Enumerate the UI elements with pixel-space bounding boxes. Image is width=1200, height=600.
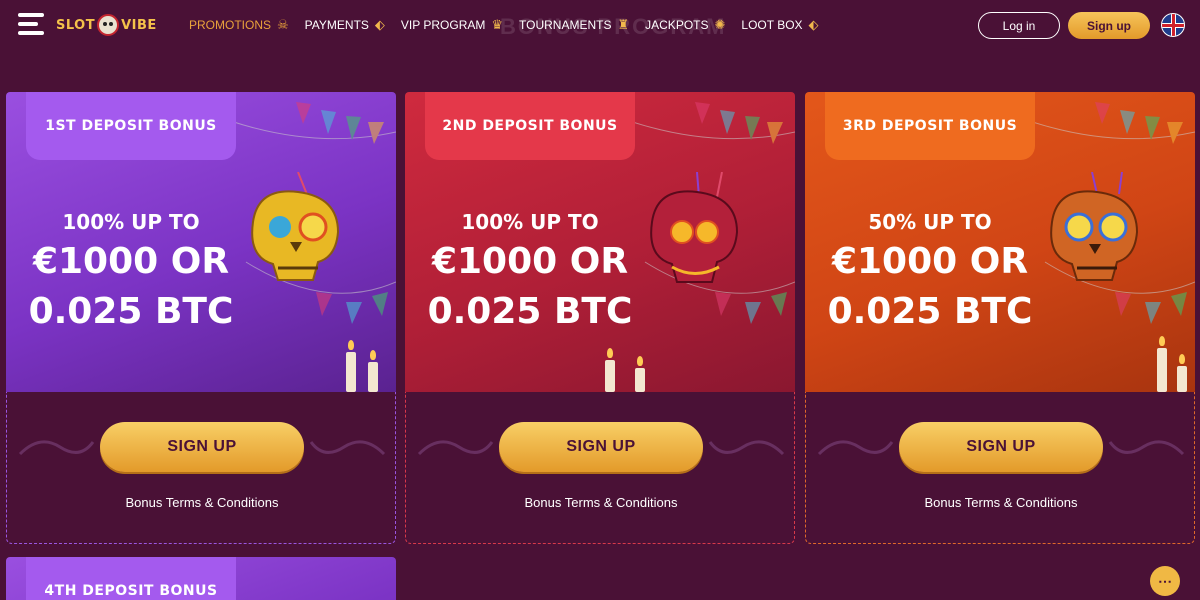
card-signup-button[interactable]: SIGN UP	[499, 422, 703, 472]
badge-label: 2ND DEPOSIT BONUS	[442, 118, 618, 134]
logo-skull-icon	[97, 14, 120, 36]
nav-label: JACKPOTS	[645, 18, 709, 32]
bonus-terms-link[interactable]: Bonus Terms & Conditions	[7, 495, 397, 510]
card-signup-button[interactable]: SIGN UP	[899, 422, 1103, 472]
swirl-decoration	[417, 440, 494, 456]
bonus-badge: 4TH DEPOSIT BONUS	[26, 557, 236, 600]
offer-line-1: 100% UP TO	[62, 210, 200, 234]
candle-icon	[346, 340, 356, 392]
nav-loot-box[interactable]: LOOT BOX ⬖	[741, 17, 818, 33]
nav-vip-program[interactable]: VIP PROGRAM ♛	[401, 17, 503, 33]
skull-icon: ☠	[277, 17, 289, 32]
swirl-decoration	[1108, 440, 1185, 456]
candle-icon	[635, 356, 645, 392]
card-footer: SIGN UP Bonus Terms & Conditions	[805, 392, 1195, 544]
bonus-card-3: 3RD DEPOSIT BONUS 50% UP TO €1000 OR 0.0…	[805, 92, 1195, 544]
card-footer: SIGN UP Bonus Terms & Conditions	[6, 392, 396, 544]
main-nav: PROMOTIONS ☠ PAYMENTS ⬖ VIP PROGRAM ♛ TOURN…	[189, 0, 835, 50]
bonus-badge: 1ST DEPOSIT BONUS	[26, 92, 236, 160]
trophy-icon: ♜	[617, 17, 630, 32]
nav-jackpots[interactable]: JACKPOTS ✺	[645, 17, 725, 33]
login-button[interactable]: Log in	[978, 12, 1060, 39]
logo-text-right: VIBE	[121, 17, 157, 33]
tag-icon: ⬖	[808, 17, 819, 32]
nav-label: PROMOTIONS	[189, 18, 272, 32]
card-banner: 1ST DEPOSIT BONUS 100% UP TO €1000 OR 0.…	[6, 92, 396, 392]
candle-icon	[368, 350, 378, 392]
offer-line-1: 100% UP TO	[461, 210, 599, 234]
card-banner: 4TH DEPOSIT BONUS	[6, 557, 396, 600]
nav-label: VIP PROGRAM	[400, 18, 486, 32]
offer-text: 100% UP TO €1000 OR 0.025 BTC	[425, 210, 635, 338]
offer-line-3: 0.025 BTC	[28, 291, 234, 332]
nav-payments[interactable]: PAYMENTS ⬖	[305, 17, 385, 33]
badge-label: 3RD DEPOSIT BONUS	[842, 118, 1018, 134]
card-footer: SIGN UP Bonus Terms & Conditions	[405, 392, 795, 544]
nav-tournaments[interactable]: TOURNAMENTS ♜	[519, 17, 629, 33]
swirl-decoration	[18, 440, 95, 456]
swirl-decoration	[309, 440, 386, 456]
nav-label: PAYMENTS	[304, 18, 369, 32]
badge-label: 1ST DEPOSIT BONUS	[45, 118, 217, 134]
bonus-badge: 2ND DEPOSIT BONUS	[425, 92, 635, 160]
sugar-skull-icon	[251, 172, 340, 281]
logo-text-left: SLOT	[56, 17, 96, 33]
card-signup-button[interactable]: SIGN UP	[100, 422, 304, 472]
sugar-skull-icon	[1050, 172, 1139, 281]
offer-line-1: 50% UP TO	[868, 210, 992, 234]
bonus-card-1: 1ST DEPOSIT BONUS 100% UP TO €1000 OR 0.…	[6, 92, 396, 544]
nav-label: LOOT BOX	[741, 18, 803, 32]
offer-line-2: €1000 OR	[32, 241, 230, 282]
bonus-terms-link[interactable]: Bonus Terms & Conditions	[806, 495, 1196, 510]
offer-line-2: €1000 OR	[431, 241, 629, 282]
bonus-card-4: 4TH DEPOSIT BONUS	[6, 557, 396, 600]
sparkle-icon: ✺	[714, 17, 726, 32]
swirl-decoration	[817, 440, 894, 456]
card-banner: 3RD DEPOSIT BONUS 50% UP TO €1000 OR 0.0…	[805, 92, 1195, 392]
bonus-badge: 3RD DEPOSIT BONUS	[825, 92, 1035, 160]
candle-icon	[605, 348, 615, 392]
logo[interactable]: SLOT VIBE	[56, 10, 157, 40]
nav-label: TOURNAMENTS	[519, 18, 612, 32]
sugar-skull-icon	[650, 172, 739, 283]
offer-text: 50% UP TO €1000 OR 0.025 BTC	[825, 210, 1035, 338]
badge-label: 4TH DEPOSIT BONUS	[44, 583, 218, 599]
top-header: SLOT VIBE BONUS PROGRAM PROMOTIONS ☠ PAYM…	[0, 0, 1200, 50]
bonus-card-2: 2ND DEPOSIT BONUS 100% UP TO €1000 OR 0.…	[405, 92, 795, 544]
offer-line-2: €1000 OR	[831, 241, 1029, 282]
crown-icon: ♛	[491, 17, 504, 32]
uk-flag-icon[interactable]	[1161, 13, 1185, 37]
swirl-decoration	[708, 440, 785, 456]
signup-button[interactable]: Sign up	[1068, 12, 1150, 39]
offer-line-3: 0.025 BTC	[827, 291, 1033, 332]
card-banner: 2ND DEPOSIT BONUS 100% UP TO €1000 OR 0.…	[405, 92, 795, 392]
nav-promotions[interactable]: PROMOTIONS ☠	[189, 17, 289, 33]
bonus-terms-link[interactable]: Bonus Terms & Conditions	[406, 495, 796, 510]
offer-line-3: 0.025 BTC	[427, 291, 633, 332]
offer-text: 100% UP TO €1000 OR 0.025 BTC	[26, 210, 236, 338]
candle-icon	[1157, 336, 1167, 392]
tag-icon: ⬖	[374, 17, 385, 32]
candle-icon	[1177, 354, 1187, 392]
menu-icon[interactable]	[18, 13, 44, 35]
chat-icon[interactable]: ⋯	[1150, 566, 1180, 596]
